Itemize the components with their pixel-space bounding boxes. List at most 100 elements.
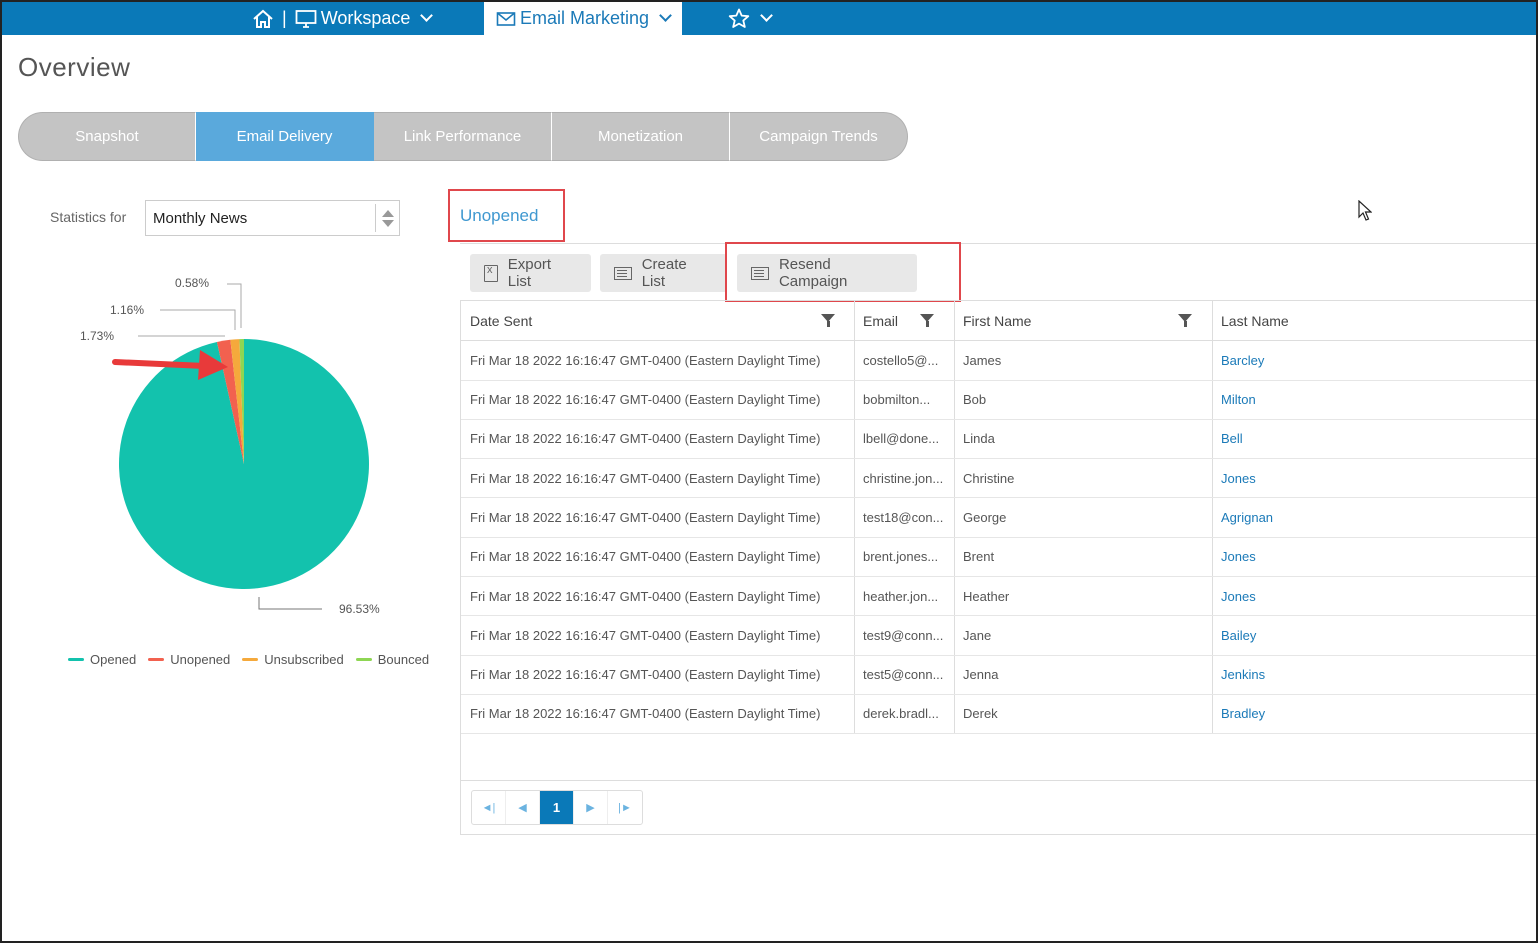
cell-last-name[interactable]: Jones	[1212, 459, 1537, 498]
column-header-label: Last Name	[1221, 312, 1289, 329]
legend-swatch	[68, 658, 84, 661]
cell-date-sent: Fri Mar 18 2022 16:16:47 GMT-0400 (Easte…	[470, 431, 821, 447]
top-nav-bar: | Workspace Email Marketing	[2, 2, 1536, 35]
cell-last-name[interactable]: Jones	[1212, 538, 1537, 577]
filter-icon[interactable]	[920, 314, 934, 327]
report-tabs: Snapshot Email Delivery Link Performance…	[18, 112, 908, 161]
slice-label-unopened: 1.73%	[80, 329, 114, 343]
pagination: ◄| ◀ 1 ▶ |►	[471, 790, 643, 825]
table-row[interactable]: Fri Mar 18 2022 16:16:47 GMT-0400 (Easte…	[461, 498, 1536, 538]
tab-email-delivery[interactable]: Email Delivery	[196, 112, 374, 161]
prev-page-icon[interactable]: ◀	[506, 791, 540, 824]
favorites-menu[interactable]	[728, 2, 773, 35]
highlight-box-resend	[725, 242, 961, 302]
email-marketing-menu[interactable]: Email Marketing	[484, 2, 682, 35]
leader-line-bounced	[227, 283, 242, 328]
table-row[interactable]: Fri Mar 18 2022 16:16:47 GMT-0400 (Easte…	[461, 655, 1536, 695]
chevron-down-icon[interactable]	[659, 9, 672, 22]
column-header-email[interactable]: Email	[854, 301, 954, 340]
table-row[interactable]: Fri Mar 18 2022 16:16:47 GMT-0400 (Easte…	[461, 420, 1536, 460]
slice-label-unsubscribed: 1.16%	[110, 303, 144, 317]
column-header-label: Email	[863, 312, 899, 329]
cell-date-sent: Fri Mar 18 2022 16:16:47 GMT-0400 (Easte…	[470, 588, 821, 604]
table-row[interactable]: Fri Mar 18 2022 16:16:47 GMT-0400 (Easte…	[461, 695, 1536, 735]
cell-date-sent: Fri Mar 18 2022 16:16:47 GMT-0400 (Easte…	[470, 352, 821, 368]
table-row[interactable]: Fri Mar 18 2022 16:16:47 GMT-0400 (Easte…	[461, 538, 1537, 577]
tab-link-performance[interactable]: Link Performance	[374, 112, 552, 161]
email-marketing-label[interactable]: Email Marketing	[520, 8, 649, 29]
legend-item-unsubscribed[interactable]: Unsubscribed	[242, 652, 344, 667]
table-row[interactable]: Fri Mar 18 2022 16:16:47 GMT-0400 (Easte…	[461, 577, 1536, 617]
column-header-last-name[interactable]: Last Name	[1212, 301, 1537, 340]
cell-email: costello5@...	[863, 352, 939, 368]
workspace-label[interactable]: Workspace	[321, 8, 411, 29]
filter-icon[interactable]	[1178, 314, 1192, 327]
home-icon[interactable]	[252, 9, 274, 29]
cell-first-name: George	[963, 509, 1007, 525]
star-icon[interactable]	[728, 8, 750, 29]
next-page-icon[interactable]: ▶	[574, 791, 608, 824]
legend-item-opened[interactable]: Opened	[68, 652, 136, 667]
cell-email: heather.jon...	[863, 588, 939, 604]
workspace-menu[interactable]: | Workspace	[252, 2, 434, 35]
cell-last-name[interactable]: Barcley	[1212, 341, 1537, 380]
column-header-date-sent[interactable]: Date Sent	[461, 301, 854, 340]
nav-separator: |	[282, 8, 287, 28]
select-spinner[interactable]	[375, 204, 399, 232]
cell-first-name: James	[963, 352, 1002, 368]
legend-item-bounced[interactable]: Bounced	[355, 652, 429, 667]
leader-line-opened	[258, 597, 322, 610]
cell-first-name: Linda	[963, 431, 995, 447]
table-row[interactable]: Fri Mar 18 2022 16:16:47 GMT-0400 (Easte…	[461, 616, 1536, 656]
campaign-select-value[interactable]: Monthly News	[146, 210, 375, 227]
export-list-button[interactable]: Export List	[470, 254, 591, 292]
cell-last-name[interactable]: Jones	[1212, 577, 1537, 616]
export-list-label: Export List	[507, 256, 552, 290]
cell-last-name[interactable]: Agrignan	[1212, 498, 1537, 537]
cell-last-name[interactable]: Milton	[1212, 380, 1537, 419]
caret-down-icon[interactable]	[381, 219, 394, 227]
campaign-select[interactable]: Monthly News	[145, 200, 400, 236]
highlight-box-title	[448, 189, 565, 242]
chevron-down-icon[interactable]	[420, 9, 434, 22]
cell-date-sent: Fri Mar 18 2022 16:16:47 GMT-0400 (Easte…	[470, 667, 821, 683]
cell-first-name: Bob	[963, 392, 987, 408]
cell-email: bobmilton...	[863, 392, 931, 408]
tab-monetization[interactable]: Monetization	[552, 112, 730, 161]
monitor-icon	[295, 9, 317, 28]
cell-first-name: Brent	[963, 549, 995, 565]
table-row[interactable]: Fri Mar 18 2022 16:16:47 GMT-0400 (Easte…	[461, 459, 1536, 499]
chevron-down-icon[interactable]	[760, 9, 773, 22]
tab-campaign-trends[interactable]: Campaign Trends	[730, 112, 908, 161]
column-header-first-name[interactable]: First Name	[954, 301, 1212, 340]
table-row[interactable]: Fri Mar 18 2022 16:16:47 GMT-0400 (Easte…	[461, 380, 1536, 420]
cell-first-name: Jane	[963, 627, 992, 643]
cell-last-name[interactable]: Bell	[1212, 420, 1537, 459]
legend-label: Unopened	[170, 652, 231, 667]
unopened-table: Date Sent Email First Name Last Name Fri…	[460, 300, 1536, 835]
legend-label: Unsubscribed	[264, 652, 344, 667]
legend-item-unopened[interactable]: Unopened	[148, 652, 230, 667]
table-row[interactable]: Fri Mar 18 2022 16:16:47 GMT-0400 (Easte…	[461, 341, 1536, 381]
create-list-button[interactable]: Create List	[600, 254, 727, 292]
pager-divider	[461, 780, 1536, 781]
caret-up-icon[interactable]	[381, 209, 394, 217]
filter-icon[interactable]	[821, 314, 835, 327]
legend-label: Opened	[90, 652, 137, 667]
first-page-icon[interactable]: ◄|	[472, 791, 506, 824]
cell-last-name[interactable]: Bradley	[1212, 695, 1537, 734]
tab-snapshot[interactable]: Snapshot	[18, 112, 196, 161]
mouse-cursor-icon	[1358, 200, 1372, 221]
cell-date-sent: Fri Mar 18 2022 16:16:47 GMT-0400 (Easte…	[470, 392, 821, 408]
last-page-icon[interactable]: |►	[608, 791, 642, 824]
cell-last-name[interactable]: Jenkins	[1212, 655, 1537, 694]
cell-date-sent: Fri Mar 18 2022 16:16:47 GMT-0400 (Easte…	[470, 706, 821, 722]
cell-first-name: Heather	[963, 588, 1010, 604]
cell-last-name[interactable]: Bailey	[1212, 616, 1537, 655]
page-number-button[interactable]: 1	[540, 791, 574, 824]
excel-file-icon	[484, 264, 498, 282]
legend-swatch	[355, 658, 372, 661]
create-list-label: Create List	[641, 256, 687, 290]
page-title: Overview	[18, 52, 131, 82]
slice-label-bounced: 0.58%	[175, 276, 209, 290]
